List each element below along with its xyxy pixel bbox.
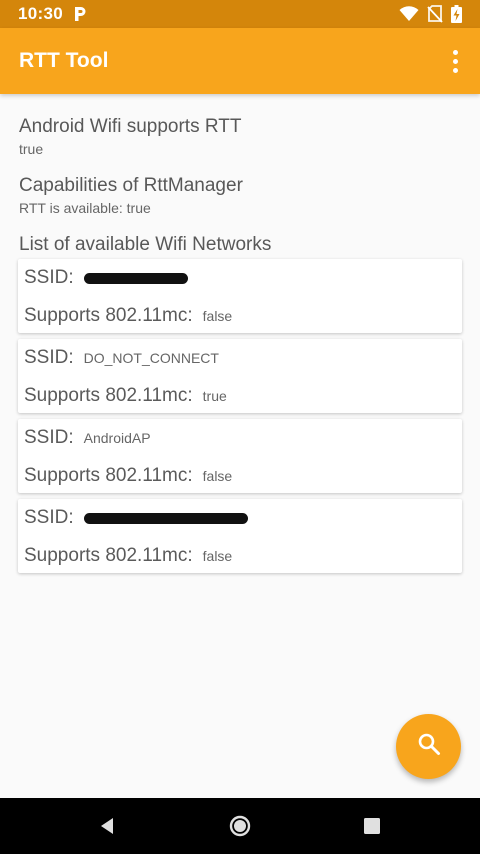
p-icon [73, 6, 87, 22]
status-time: 10:30 [18, 4, 63, 23]
section-value: RTT is available: true [19, 200, 151, 216]
support-label: Supports 802.11mc: [24, 385, 193, 406]
network-card[interactable]: SSID: DO_NOT_CONNECT Supports 802.11mc: … [18, 339, 462, 413]
network-list: SSID: Supports 802.11mc: false SSID: DO_… [18, 259, 462, 573]
support-label: Supports 802.11mc: [24, 545, 193, 566]
ssid-label: SSID: [24, 267, 74, 288]
ssid-label: SSID: [24, 507, 74, 528]
ssid-row: SSID: AndroidAP [24, 427, 456, 451]
support-row: Supports 802.11mc: true [24, 385, 456, 409]
search-icon [416, 731, 442, 762]
networks-section: List of available Wifi Networks [18, 233, 462, 257]
main-content: Android Wifi supports RTT true Capabilit… [0, 94, 480, 798]
status-icons [399, 5, 462, 23]
support-row: Supports 802.11mc: false [24, 545, 456, 569]
ssid-value: AndroidAP [83, 430, 151, 446]
home-icon[interactable] [226, 812, 254, 840]
ssid-row: SSID: DO_NOT_CONNECT [24, 347, 456, 371]
battery-charging-icon [451, 5, 462, 23]
ssid-value: DO_NOT_CONNECT [83, 350, 219, 366]
navigation-bar [0, 798, 480, 854]
redacted-ssid [83, 273, 188, 284]
section-value: true [19, 141, 44, 157]
more-vert-icon[interactable] [443, 45, 467, 77]
recents-icon[interactable] [358, 812, 386, 840]
support-value: false [202, 548, 233, 564]
back-icon[interactable] [93, 812, 121, 840]
support-row: Supports 802.11mc: false [24, 305, 456, 329]
support-row: Supports 802.11mc: false [24, 465, 456, 489]
network-card[interactable]: SSID: AndroidAP Supports 802.11mc: false [18, 419, 462, 493]
screen: 10:30 RTT Tool Android Wifi supports RTT… [0, 0, 480, 854]
ssid-row: SSID: [24, 267, 456, 291]
network-card[interactable]: SSID: Supports 802.11mc: false [18, 499, 462, 573]
redacted-ssid [83, 513, 248, 524]
status-bar: 10:30 [0, 0, 480, 28]
support-value: false [202, 468, 233, 484]
network-card[interactable]: SSID: Supports 802.11mc: false [18, 259, 462, 333]
no-sim-icon [427, 5, 443, 23]
wifi-icon [399, 6, 419, 22]
support-value: false [202, 308, 233, 324]
support-label: Supports 802.11mc: [24, 465, 193, 486]
app-bar: RTT Tool [0, 28, 480, 94]
rtt-support-section: Android Wifi supports RTT true [18, 115, 462, 158]
ssid-label: SSID: [24, 347, 74, 368]
section-title: Capabilities of RttManager [19, 175, 243, 196]
section-title: Android Wifi supports RTT [19, 116, 242, 137]
ssid-label: SSID: [24, 427, 74, 448]
section-title: List of available Wifi Networks [19, 234, 272, 255]
support-value: true [202, 388, 227, 404]
search-fab[interactable] [396, 714, 461, 779]
ssid-row: SSID: [24, 507, 456, 531]
capabilities-section: Capabilities of RttManager RTT is availa… [18, 174, 462, 217]
app-title: RTT Tool [19, 49, 109, 72]
support-label: Supports 802.11mc: [24, 305, 193, 326]
